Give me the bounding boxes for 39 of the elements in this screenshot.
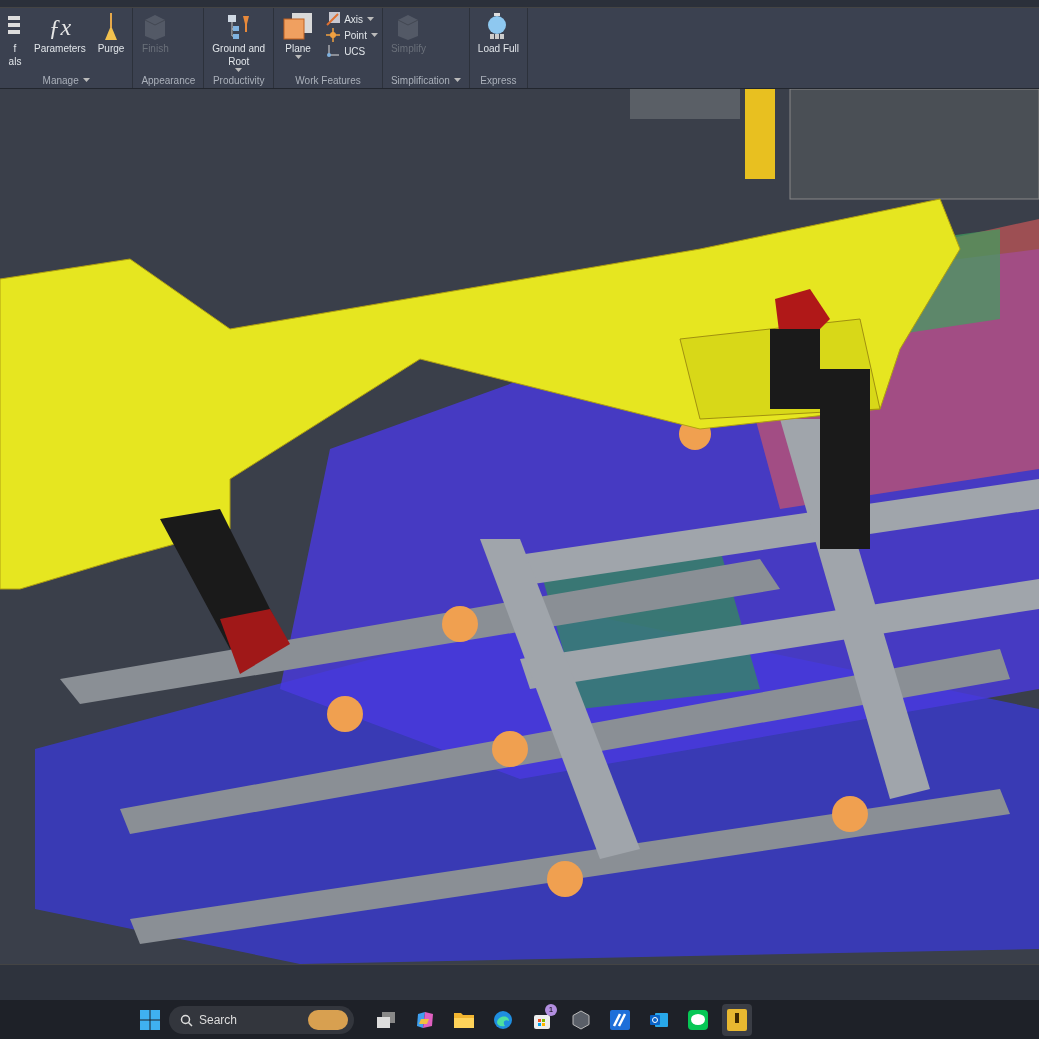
taskbar-app-button[interactable]: 1 (527, 1003, 557, 1036)
notification-badge: 1 (545, 1003, 557, 1016)
chat-bubble-icon (688, 1009, 708, 1030)
ribbon-tool-button[interactable]: Ground and Root (208, 12, 270, 73)
panel-title[interactable]: Productivity (208, 73, 270, 88)
ucs-icon (326, 44, 341, 58)
panel-title[interactable]: Express (473, 72, 523, 88)
taskbar-app-button[interactable] (722, 1003, 752, 1036)
ribbon-tool-button[interactable]: Plane (278, 12, 319, 60)
plane-icon (282, 12, 315, 42)
point-icon (326, 28, 341, 42)
slash-tile-icon (610, 1009, 630, 1030)
ribbon-small-button[interactable]: Axis (326, 12, 378, 26)
caret-icon (367, 16, 375, 22)
windows-logo-icon[interactable] (140, 1009, 160, 1030)
wave-circle-icon (493, 1009, 513, 1030)
ribbon-tool-button[interactable]: Purge (93, 12, 129, 55)
panel-title[interactable]: Simplification (386, 72, 465, 88)
ribbon-tool-button[interactable]: Load Full (473, 12, 523, 55)
function-icon: ƒx (48, 12, 72, 42)
app-tile-icon (727, 1008, 747, 1031)
caret-icon (370, 32, 378, 38)
ribbon-swirl-icon (415, 1009, 435, 1030)
ribbon-small-button[interactable]: UCS (326, 44, 378, 58)
caret-icon (294, 55, 302, 60)
ribbon-small-button[interactable]: Point (326, 28, 378, 42)
axis-icon (326, 12, 341, 26)
ribbon-tool-button[interactable]: f als (4, 12, 26, 68)
panel-title[interactable]: Appearance (137, 72, 200, 88)
folder-icon (453, 1010, 475, 1029)
hexagon-icon (571, 1009, 591, 1030)
search-icon (180, 1013, 193, 1027)
caret-icon (235, 68, 243, 73)
panel-title[interactable]: Work Features (278, 72, 378, 88)
windows-stack-icon (376, 1010, 396, 1029)
dropdown-caret-icon (82, 77, 90, 83)
ribbon-tool-button[interactable]: ƒx Parameters (30, 12, 90, 55)
dropdown-caret-icon (453, 77, 461, 83)
panel-title[interactable]: Manage (4, 72, 129, 88)
